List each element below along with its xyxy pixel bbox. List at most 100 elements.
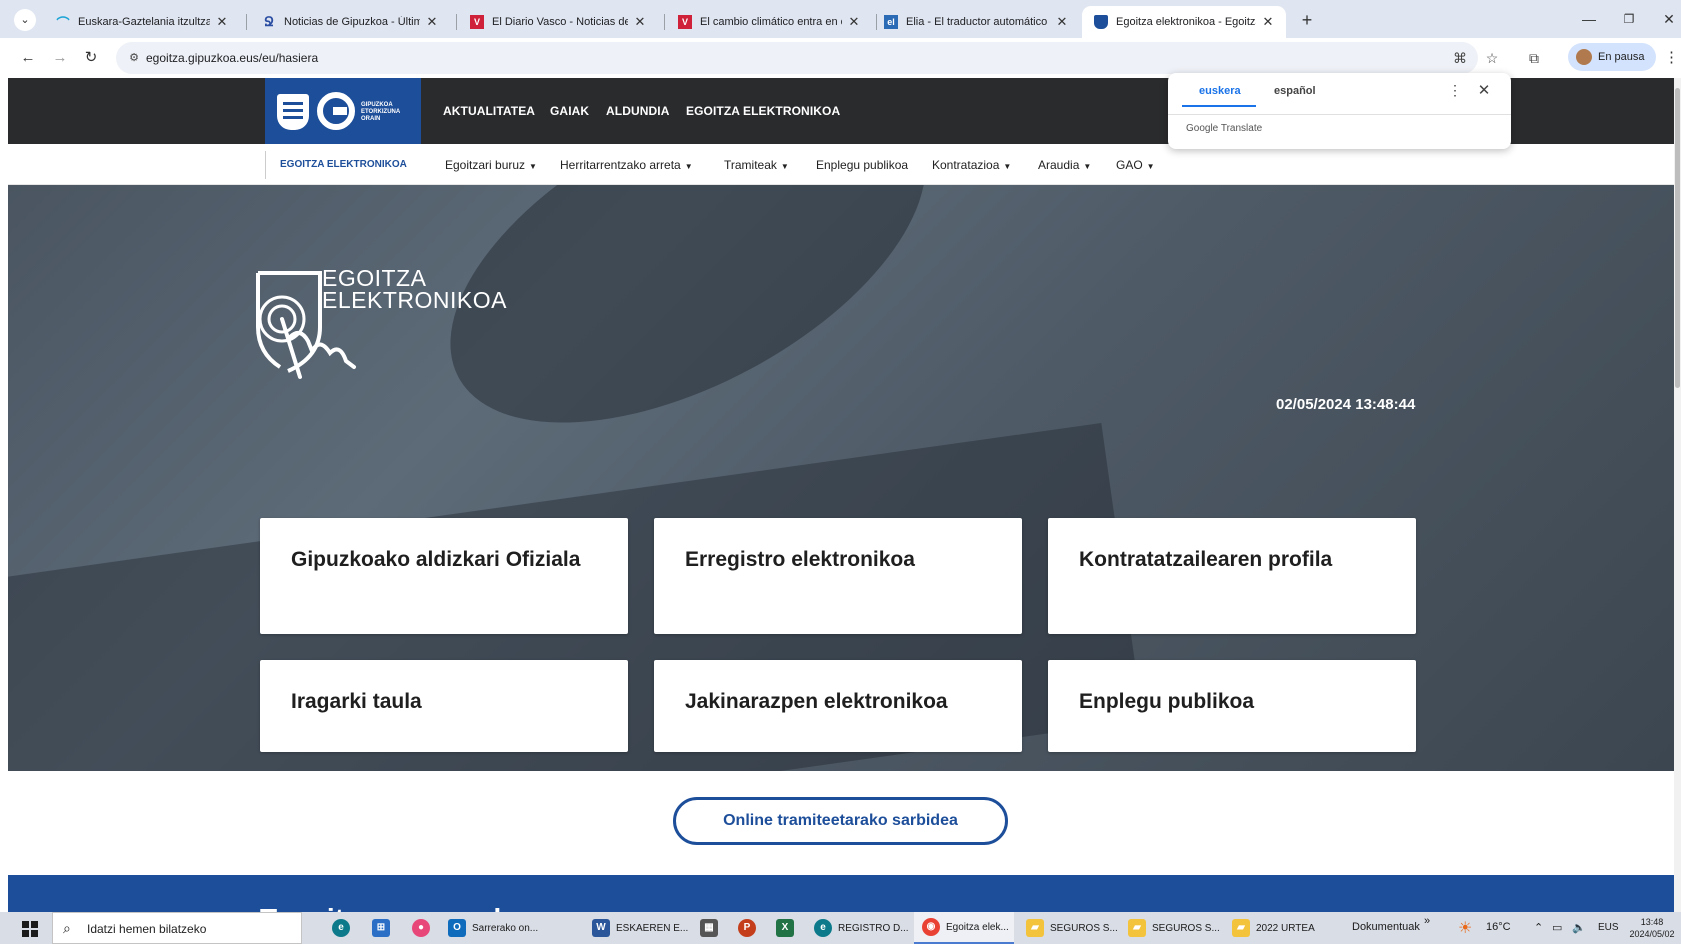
tab-strip: ⌄ ⌒ Euskara-Gaztelania itzultzaile a ✕ Ջ… <box>0 0 1681 38</box>
subnav-tramiteak[interactable]: Tramiteak ▼ <box>724 158 789 172</box>
extensions-icon[interactable]: ⧉ <box>1526 50 1542 66</box>
close-icon[interactable]: ✕ <box>632 14 648 30</box>
site-info-icon[interactable]: ⚙ <box>126 50 142 66</box>
tab-2[interactable]: V El Diario Vasco - Noticias de Do ✕ <box>458 6 658 38</box>
online-access-button[interactable]: Online tramiteetarako sarbidea <box>673 797 1008 845</box>
card-aldizkari-ofiziala[interactable]: Gipuzkoako aldizkari Ofiziala <box>260 518 628 634</box>
search-placeholder: Idatzi hemen bilatzeko <box>87 922 207 936</box>
web-page: GIPUZKOA ETORKIZUNA ORAIN AKTUALITATEA G… <box>8 78 1674 912</box>
app-icon[interactable]: ● <box>412 912 436 944</box>
tab-title: Egoitza elektronikoa - Egoitza e <box>1116 16 1256 28</box>
hero-title: EGOITZA ELEKTRONIKOA <box>322 265 507 313</box>
hero-banner: EGOITZA ELEKTRONIKOA 02/05/2024 13:48:44… <box>8 185 1674 771</box>
nav-aktualitatea[interactable]: AKTUALITATEA <box>443 104 535 118</box>
chevron-down-icon: ▼ <box>1146 162 1155 171</box>
browser-menu-icon[interactable]: ⋮ <box>1664 48 1679 68</box>
nav-aldundia[interactable]: ALDUNDIA <box>606 104 669 118</box>
section-title: Tramiteen zerrenda <box>260 903 517 912</box>
tab-favicon-icon: ⌒ <box>56 15 70 31</box>
avatar <box>1576 49 1592 65</box>
tab-5-active[interactable]: Egoitza elektronikoa - Egoitza e ✕ <box>1082 6 1286 38</box>
subnav-enplegu-publikoa[interactable]: Enplegu publikoa <box>816 158 908 172</box>
tab-title: Euskara-Gaztelania itzultzaile a <box>78 16 210 28</box>
volume-icon[interactable]: 🔈 <box>1572 921 1586 934</box>
tab-search-button[interactable]: ⌄ <box>14 9 36 31</box>
nav-egoitza-elektronikoa[interactable]: EGOITZA ELEKTRONIKOA <box>686 104 840 118</box>
tab-0[interactable]: ⌒ Euskara-Gaztelania itzultzaile a ✕ <box>44 6 240 38</box>
close-icon[interactable]: ✕ <box>1476 81 1492 99</box>
nav-gaiak[interactable]: GAIAK <box>550 104 589 118</box>
active-tab-indicator <box>1182 105 1256 107</box>
taskbar-edge-registro[interactable]: e REGISTRO D... <box>814 912 914 944</box>
card-title: Gipuzkoako aldizkari Ofiziala <box>291 548 581 571</box>
cta-section: Online tramiteetarako sarbidea <box>8 771 1674 875</box>
restore-button[interactable]: ❐ <box>1618 8 1640 30</box>
documents-toolbar[interactable]: Dokumentuak <box>1352 921 1420 933</box>
shield-icon <box>277 94 309 130</box>
toolbar-expand-icon[interactable]: » <box>1424 915 1430 927</box>
store-icon[interactable]: ⊞ <box>372 912 396 944</box>
close-icon[interactable]: ✕ <box>1260 14 1276 30</box>
close-icon[interactable]: ✕ <box>846 14 862 30</box>
taskbar-chrome-egoitza[interactable]: ◉ Egoitza elek... <box>914 912 1014 944</box>
card-jakinarazpen-elektronikoa[interactable]: Jakinarazpen elektronikoa <box>654 660 1022 752</box>
new-tab-button[interactable]: + <box>1296 9 1318 31</box>
taskbar-outlook[interactable]: O Sarrerako on... <box>448 912 578 944</box>
powerpoint-icon[interactable]: P <box>738 912 762 944</box>
edge-icon[interactable]: e <box>332 912 356 944</box>
tab-3[interactable]: V El cambio climático entra en el ✕ <box>666 6 872 38</box>
address-bar[interactable]: ⚙ egoitza.gipuzkoa.eus/eu/hasiera ⌘ <box>116 42 1478 74</box>
subnav-herritarrentzako-arreta[interactable]: Herritarrentzako arreta ▼ <box>560 158 693 172</box>
bookmark-star-icon[interactable]: ☆ <box>1484 50 1500 66</box>
card-kontratatzailearen-profila[interactable]: Kontratatzailearen profila <box>1048 518 1416 634</box>
subnav-kontratazioa[interactable]: Kontratazioa ▼ <box>932 158 1011 172</box>
taskbar-search[interactable]: ⌕ Idatzi hemen bilatzeko <box>52 912 302 944</box>
translate-source-lang[interactable]: euskera <box>1199 85 1241 97</box>
subnav-araudia[interactable]: Araudia ▼ <box>1038 158 1091 172</box>
subnav-home[interactable]: EGOITZA ELEKTRONIKOA <box>265 151 420 179</box>
gipuzkoa-logo[interactable]: GIPUZKOA ETORKIZUNA ORAIN <box>265 78 421 144</box>
close-icon[interactable]: ✕ <box>424 14 440 30</box>
translate-target-lang[interactable]: español <box>1274 85 1316 97</box>
card-iragarki-taula[interactable]: Iragarki taula <box>260 660 628 752</box>
language-indicator[interactable]: EUS <box>1598 922 1619 933</box>
calculator-icon[interactable]: ▦ <box>700 912 724 944</box>
minimize-button[interactable]: — <box>1578 8 1600 30</box>
window-close-button[interactable]: ✕ <box>1658 8 1680 30</box>
taskbar-folder-2022[interactable]: ▰ 2022 URTEA <box>1232 912 1332 944</box>
taskbar-folder-seguros-2[interactable]: ▰ SEGUROS S... <box>1128 912 1228 944</box>
card-title: Kontratatzailearen profila <box>1079 548 1333 571</box>
forward-button[interactable]: → <box>50 48 70 68</box>
reload-button[interactable]: ↻ <box>81 48 101 68</box>
taskbar-folder-seguros-1[interactable]: ▰ SEGUROS S... <box>1026 912 1126 944</box>
scrollbar-thumb[interactable] <box>1675 88 1680 388</box>
weather-temp[interactable]: 16°C <box>1486 921 1511 933</box>
card-title: Iragarki taula <box>291 690 422 713</box>
subnav-egoitzari-buruz[interactable]: Egoitzari buruz ▼ <box>445 158 537 172</box>
tab-favicon-icon <box>1094 15 1108 29</box>
close-icon[interactable]: ✕ <box>214 14 230 30</box>
close-icon[interactable]: ✕ <box>1054 14 1070 30</box>
network-icon[interactable]: ▭ <box>1552 921 1562 934</box>
tab-4[interactable]: el Elia - El traductor automático d ✕ <box>872 6 1080 38</box>
tab-title: Elia - El traductor automático d <box>906 16 1050 28</box>
translate-popup: euskera español ⋮ ✕ Google Translate <box>1168 73 1511 149</box>
translate-icon[interactable]: ⌘ <box>1452 50 1468 66</box>
excel-icon[interactable]: X <box>776 912 800 944</box>
tab-favicon-icon: Ջ <box>264 14 274 29</box>
card-erregistro-elektronikoa[interactable]: Erregistro elektronikoa <box>654 518 1022 634</box>
tab-title: Noticias de Gipuzkoa - Última h <box>284 16 420 28</box>
windows-start-icon[interactable] <box>22 921 38 937</box>
taskbar-word[interactable]: W ESKAEREN E... <box>592 912 692 944</box>
back-button[interactable]: ← <box>18 48 38 68</box>
system-clock[interactable]: 13:48 2024/05/02 <box>1626 916 1678 940</box>
tray-expand-icon[interactable]: ⌃ <box>1534 921 1543 934</box>
translate-brand: Google Translate <box>1186 123 1263 134</box>
more-options-icon[interactable]: ⋮ <box>1448 82 1462 99</box>
page-scrollbar[interactable] <box>1674 78 1681 912</box>
tab-1[interactable]: Ջ Noticias de Gipuzkoa - Última h ✕ <box>250 6 450 38</box>
chevron-down-icon: ▼ <box>780 162 789 171</box>
profile-button[interactable]: En pausa <box>1568 43 1656 71</box>
subnav-gao[interactable]: GAO ▼ <box>1116 158 1155 172</box>
card-enplegu-publikoa[interactable]: Enplegu publikoa <box>1048 660 1416 752</box>
